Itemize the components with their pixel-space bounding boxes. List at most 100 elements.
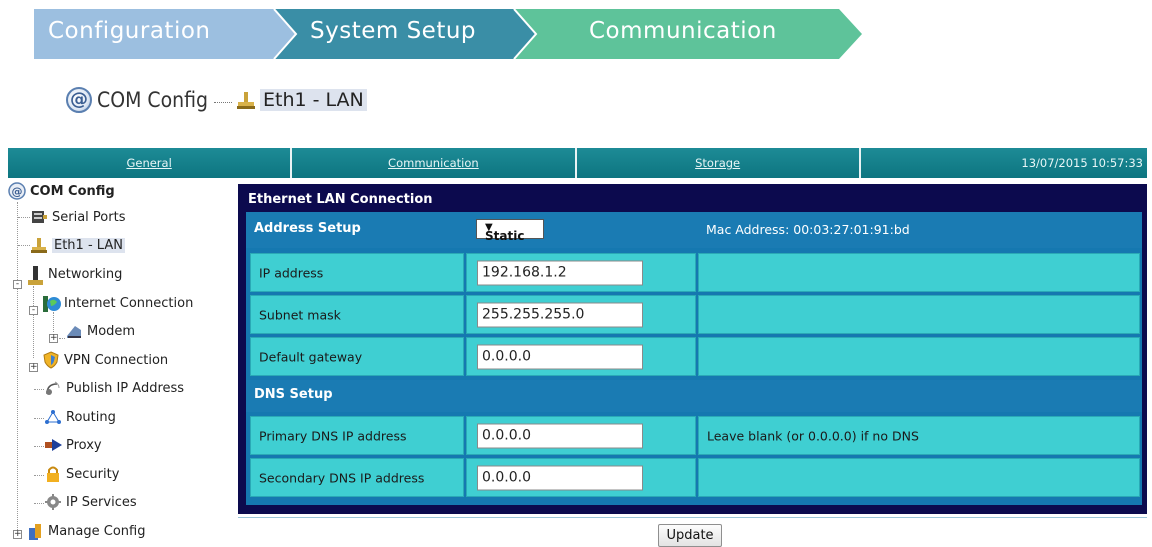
satellite-icon bbox=[44, 379, 62, 397]
ethernet-lan-panel: Ethernet LAN Connection Address Setup St… bbox=[238, 184, 1147, 514]
dns-setup-row: DNS Setup bbox=[246, 380, 1142, 412]
ip-address-input-cell: 192.168.1.2 bbox=[466, 253, 696, 292]
proxy-icon bbox=[44, 436, 62, 454]
sidebar-item-internet-connection[interactable]: Internet Connection bbox=[42, 292, 193, 314]
networking-icon bbox=[26, 265, 44, 285]
sidebar-item-label: Internet Connection bbox=[64, 295, 194, 311]
sidebar-item-modem[interactable]: Modem bbox=[65, 320, 135, 342]
ip-address-note-cell bbox=[698, 253, 1140, 292]
sidebar-item-security[interactable]: Security bbox=[44, 463, 119, 485]
update-button[interactable]: Update bbox=[658, 524, 722, 547]
sidebar-item-label: Manage Config bbox=[48, 523, 146, 539]
gear-icon bbox=[44, 493, 62, 511]
panel-divider bbox=[238, 517, 1147, 518]
sidebar-item-routing[interactable]: Routing bbox=[44, 406, 116, 428]
datetime-display: 13/07/2015 10:57:33 bbox=[860, 148, 1147, 178]
sidebar-item-vpn-connection[interactable]: VPN Connection bbox=[42, 349, 168, 371]
breadcrumb-step-configuration[interactable]: Configuration bbox=[48, 18, 210, 44]
default-gateway-input-cell: 0.0.0.0 bbox=[466, 337, 696, 376]
globe-icon bbox=[42, 294, 61, 312]
sidebar-item-label: IP Services bbox=[66, 494, 137, 510]
ip-address-input[interactable]: 192.168.1.2 bbox=[477, 260, 643, 285]
expand-internet-connection-icon[interactable]: - bbox=[29, 306, 38, 315]
chevron-down-icon: ▼ bbox=[485, 222, 493, 233]
svg-text:@: @ bbox=[12, 185, 23, 198]
sidebar-item-proxy[interactable]: Proxy bbox=[44, 434, 102, 456]
mac-address: Mac Address: 00:03:27:01:91:bd bbox=[706, 222, 910, 237]
page-title: @ COM Config Eth1 - LAN bbox=[66, 85, 367, 115]
tab-general[interactable]: General bbox=[8, 148, 293, 178]
tab-storage[interactable]: Storage bbox=[576, 148, 861, 178]
primary-dns-label-cell: Primary DNS IP address bbox=[250, 416, 464, 455]
expand-manage-config-icon[interactable]: + bbox=[13, 530, 22, 539]
expand-modem-icon[interactable]: + bbox=[49, 334, 58, 343]
subnet-mask-label-cell: Subnet mask bbox=[250, 295, 464, 334]
ethernet-icon bbox=[30, 236, 48, 254]
secondary-dns-input[interactable]: 0.0.0.0 bbox=[477, 465, 643, 490]
address-setup-title: Address Setup bbox=[254, 221, 361, 236]
tree-line bbox=[53, 312, 54, 332]
breadcrumb: Configuration System Setup Communication bbox=[34, 9, 864, 59]
ip-address-label-cell: IP address bbox=[250, 253, 464, 292]
tree-line bbox=[33, 286, 34, 358]
tree-root-label: COM Config bbox=[30, 183, 115, 199]
tab-bar: General Communication Storage 13/07/2015… bbox=[8, 148, 1147, 178]
panel-header: Ethernet LAN Connection bbox=[248, 192, 433, 207]
secondary-dns-label-cell: Secondary DNS IP address bbox=[250, 458, 464, 497]
sidebar-item-label: Proxy bbox=[66, 437, 102, 453]
subnet-mask-note-cell bbox=[698, 295, 1140, 334]
sidebar-item-label: Publish IP Address bbox=[66, 380, 185, 396]
sidebar-item-label: VPN Connection bbox=[64, 352, 169, 368]
com-config-at-icon: @ bbox=[66, 87, 92, 113]
subnet-mask-input-cell: 255.255.255.0 bbox=[466, 295, 696, 334]
sidebar-item-publish-ip[interactable]: Publish IP Address bbox=[44, 377, 184, 399]
lock-icon bbox=[44, 465, 62, 483]
default-gateway-label-cell: Default gateway bbox=[250, 337, 464, 376]
sidebar-item-label: Serial Ports bbox=[52, 209, 126, 225]
default-gateway-note-cell bbox=[698, 337, 1140, 376]
primary-dns-label: Primary DNS IP address bbox=[259, 428, 407, 443]
subnet-mask-input[interactable]: 255.255.255.0 bbox=[477, 302, 643, 327]
sidebar-item-serial-ports[interactable]: Serial Ports bbox=[30, 206, 125, 228]
secondary-dns-note-cell bbox=[698, 458, 1140, 497]
title-connector bbox=[214, 101, 232, 103]
primary-dns-note: Leave blank (or 0.0.0.0) if no DNS bbox=[707, 428, 919, 443]
sidebar-item-label: Routing bbox=[66, 409, 116, 425]
modem-icon bbox=[65, 322, 83, 340]
ethernet-icon bbox=[237, 92, 255, 109]
sidebar-tree: @ COM Config Serial Ports Eth1 - LAN - N… bbox=[8, 180, 233, 547]
lan-config-form: Address Setup Static ▼ Mac Address: 00:0… bbox=[246, 212, 1142, 505]
secondary-dns-input-cell: 0.0.0.0 bbox=[466, 458, 696, 497]
primary-dns-note-cell: Leave blank (or 0.0.0.0) if no DNS bbox=[698, 416, 1140, 455]
expand-networking-icon[interactable]: - bbox=[13, 280, 22, 289]
page-title-selected: Eth1 - LAN bbox=[260, 89, 367, 111]
secondary-dns-label: Secondary DNS IP address bbox=[259, 470, 425, 485]
address-mode-select[interactable]: Static ▼ bbox=[476, 219, 544, 243]
sidebar-item-label: Security bbox=[66, 466, 120, 482]
sidebar-item-label: Modem bbox=[87, 323, 136, 339]
dns-setup-title: DNS Setup bbox=[254, 387, 333, 402]
breadcrumb-step-communication[interactable]: Communication bbox=[589, 18, 777, 44]
sidebar-item-networking[interactable]: Networking bbox=[26, 263, 122, 285]
sidebar-item-manage-config[interactable]: Manage Config bbox=[26, 520, 145, 542]
primary-dns-input-cell: 0.0.0.0 bbox=[466, 416, 696, 455]
shield-icon bbox=[42, 351, 60, 369]
breadcrumb-step-system-setup[interactable]: System Setup bbox=[310, 18, 476, 44]
sidebar-item-ip-services[interactable]: IP Services bbox=[44, 491, 137, 513]
default-gateway-input[interactable]: 0.0.0.0 bbox=[477, 344, 643, 369]
default-gateway-label: Default gateway bbox=[259, 349, 363, 364]
sidebar-item-label: Eth1 - LAN bbox=[52, 237, 125, 253]
tab-communication[interactable]: Communication bbox=[292, 148, 577, 178]
tree-root-com-config[interactable]: @ COM Config bbox=[8, 180, 115, 202]
sidebar-item-eth1-lan[interactable]: Eth1 - LAN bbox=[30, 234, 125, 256]
tree-line bbox=[17, 202, 18, 532]
primary-dns-input[interactable]: 0.0.0.0 bbox=[477, 423, 643, 448]
serial-port-icon bbox=[30, 208, 48, 226]
page-title-root: COM Config bbox=[97, 88, 208, 112]
address-setup-row: Address Setup Static ▼ Mac Address: 00:0… bbox=[246, 212, 1142, 248]
subnet-mask-label: Subnet mask bbox=[259, 307, 341, 322]
expand-vpn-icon[interactable]: + bbox=[29, 363, 38, 372]
routing-icon bbox=[44, 408, 62, 426]
manage-config-icon bbox=[26, 522, 44, 540]
com-config-at-icon: @ bbox=[8, 182, 26, 200]
